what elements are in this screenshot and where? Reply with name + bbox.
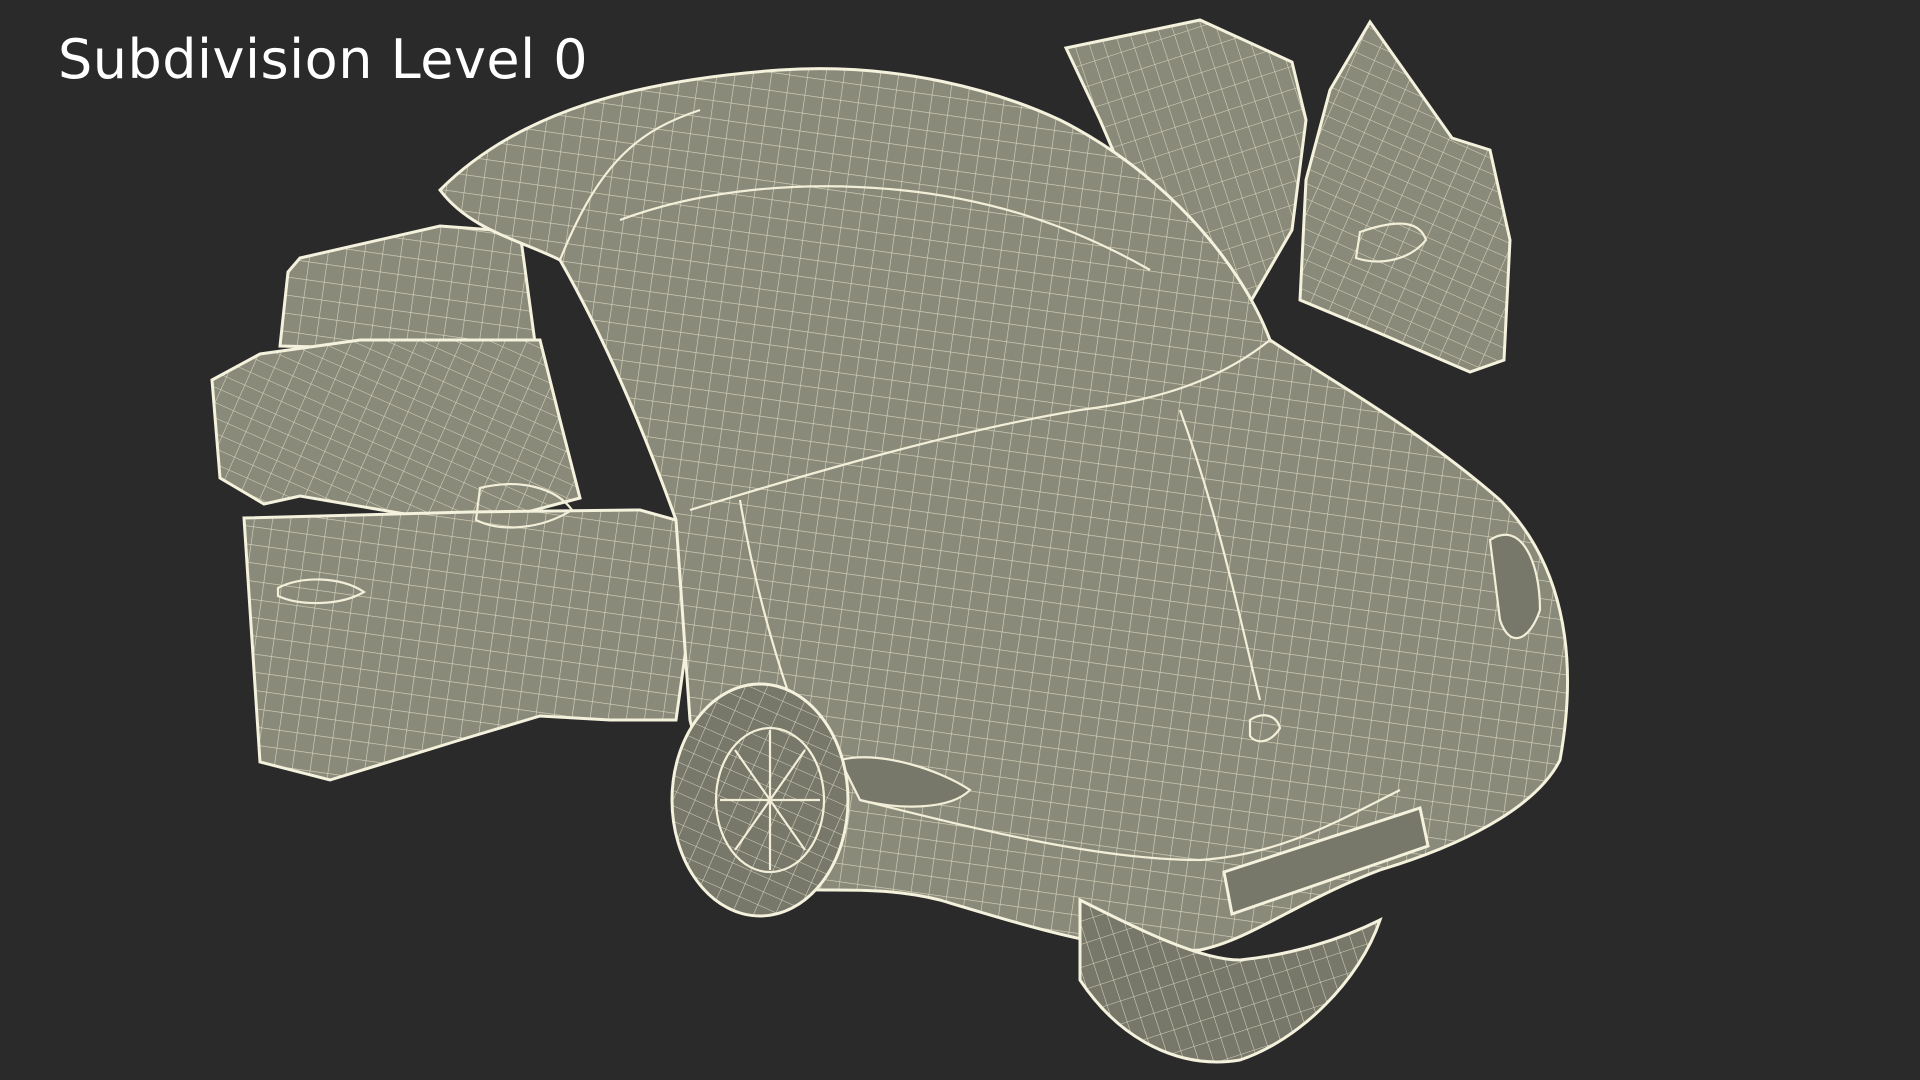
wireframe-render — [210, 18, 1569, 1064]
rear-left-door-panel — [210, 338, 582, 522]
front-wheel — [670, 682, 850, 918]
viewport: Subdivision Level 0 — [0, 0, 1920, 1080]
front-right-door — [1298, 19, 1512, 374]
front-left-door — [242, 483, 692, 782]
